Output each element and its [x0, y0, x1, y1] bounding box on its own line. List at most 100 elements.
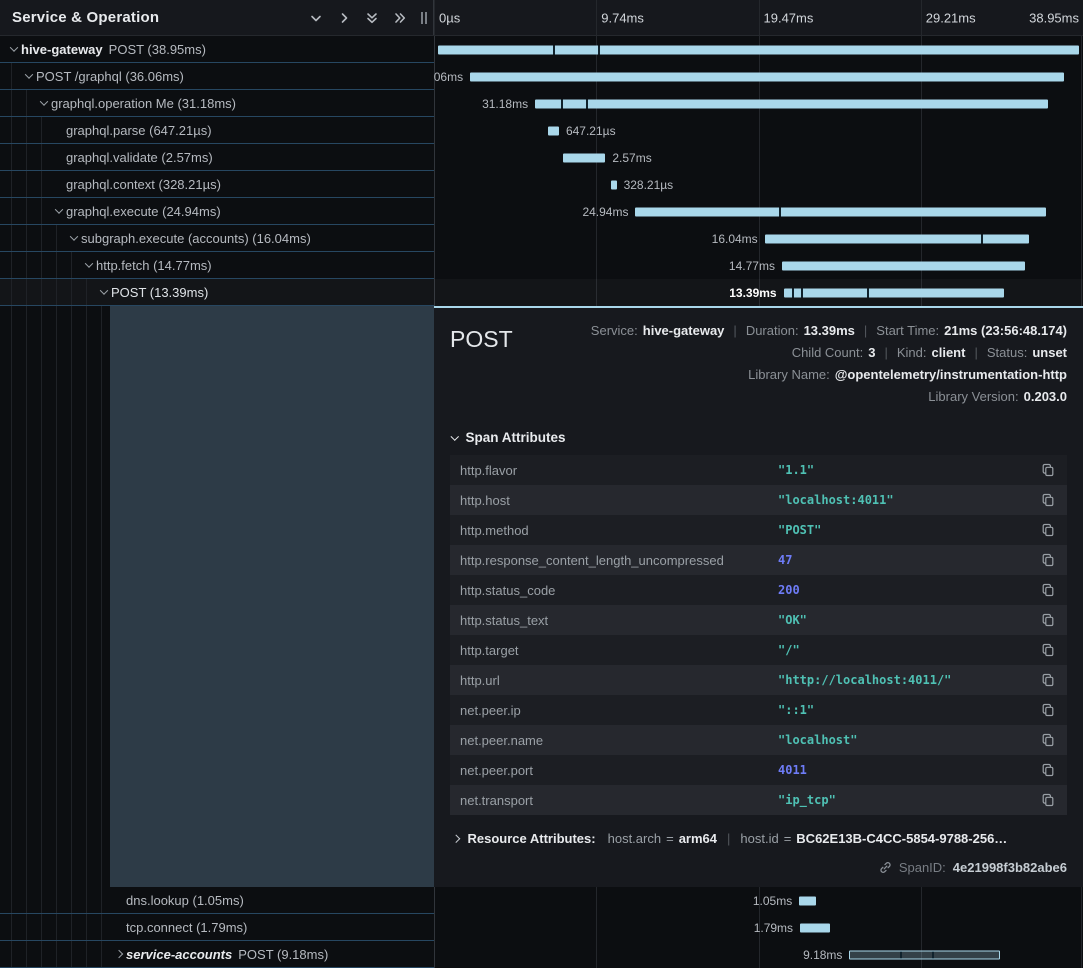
span-row[interactable]: hive-gatewayPOST (38.95ms): [0, 36, 1083, 63]
operation-name: dns.lookup (1.05ms): [126, 893, 244, 908]
panel-title: Service & Operation: [12, 9, 159, 26]
span-row[interactable]: graphql.operation Me (31.18ms)31.18ms: [0, 90, 1083, 117]
copy-icon[interactable]: [1039, 791, 1057, 809]
span-row[interactable]: service-accountsPOST (9.18ms)9.18ms: [0, 941, 1083, 968]
attribute-row: net.peer.ip"::1": [450, 695, 1067, 725]
span-attributes-header[interactable]: Span Attributes: [452, 430, 1067, 445]
span-label-cell[interactable]: POST /graphql (36.06ms): [0, 63, 434, 90]
span-bar[interactable]: [470, 72, 1063, 81]
timeline-cell: 9.18ms: [434, 941, 1083, 968]
copy-icon[interactable]: [1039, 641, 1057, 659]
span-label-cell[interactable]: graphql.execute (24.94ms): [0, 198, 434, 225]
indent-guide: [56, 941, 57, 967]
span-label-cell[interactable]: http.fetch (14.77ms): [0, 252, 434, 279]
meta-value: @opentelemetry/instrumentation-http: [835, 367, 1067, 382]
span-label-cell[interactable]: subgraph.execute (accounts) (16.04ms): [0, 225, 434, 252]
section-title: Span Attributes: [466, 430, 566, 445]
panel-resize-handle[interactable]: [421, 12, 427, 24]
double-chevron-right-icon[interactable]: [389, 7, 411, 29]
chevron-right-icon[interactable]: [333, 7, 355, 29]
chevron-down-icon[interactable]: [81, 262, 96, 268]
operation-name: POST (38.95ms): [109, 42, 206, 57]
indent-guide: [71, 914, 72, 940]
span-label-cell[interactable]: service-accountsPOST (9.18ms): [0, 941, 434, 968]
chevron-down-icon[interactable]: [305, 7, 327, 29]
indent-guide: [11, 306, 12, 887]
chevron-down-icon[interactable]: [6, 46, 21, 52]
span-row[interactable]: graphql.parse (647.21µs)647.21µs: [0, 117, 1083, 144]
timeline-cell: 31.18ms: [434, 90, 1083, 117]
operation-name: POST (13.39ms): [111, 285, 208, 300]
meta-separator: |: [864, 323, 867, 338]
double-chevron-down-icon[interactable]: [361, 7, 383, 29]
copy-icon[interactable]: [1039, 611, 1057, 629]
meta-value: hive-gateway: [643, 323, 725, 338]
meta-label: Duration:: [746, 323, 799, 338]
copy-icon[interactable]: [1039, 581, 1057, 599]
copy-icon[interactable]: [1039, 461, 1057, 479]
span-bar[interactable]: [438, 45, 1079, 54]
copy-icon[interactable]: [1039, 521, 1057, 539]
span-label-cell[interactable]: POST (13.39ms): [0, 279, 434, 306]
span-row[interactable]: graphql.validate (2.57ms)2.57ms: [0, 144, 1083, 171]
copy-icon[interactable]: [1039, 701, 1057, 719]
span-row[interactable]: POST /graphql (36.06ms)36.06ms: [0, 63, 1083, 90]
copy-icon[interactable]: [1039, 491, 1057, 509]
trace-viewer: Service & Operation 0µs9.74ms19.47ms29.2…: [0, 0, 1083, 968]
span-bar[interactable]: [765, 234, 1029, 243]
span-bar[interactable]: [563, 153, 605, 162]
attribute-row: http.target"/": [450, 635, 1067, 665]
span-row[interactable]: dns.lookup (1.05ms)1.05ms: [0, 887, 1083, 914]
indent-guide: [11, 941, 12, 967]
span-label-cell[interactable]: graphql.validate (2.57ms): [0, 144, 434, 171]
bar-tick: [779, 207, 781, 216]
span-row[interactable]: subgraph.execute (accounts) (16.04ms)16.…: [0, 225, 1083, 252]
chevron-down-icon[interactable]: [51, 208, 66, 214]
span-row[interactable]: POST (13.39ms)13.39ms: [0, 279, 1083, 306]
chevron-down-icon[interactable]: [21, 73, 36, 79]
indent-guide: [11, 171, 12, 197]
copy-icon[interactable]: [1039, 731, 1057, 749]
span-row[interactable]: graphql.execute (24.94ms)24.94ms: [0, 198, 1083, 225]
attribute-value: 47: [778, 553, 1039, 567]
meta-label: Service:: [591, 323, 638, 338]
span-label-cell[interactable]: graphql.parse (647.21µs): [0, 117, 434, 144]
span-row[interactable]: graphql.context (328.21µs)328.21µs: [0, 171, 1083, 198]
copy-icon[interactable]: [1039, 671, 1057, 689]
copy-icon[interactable]: [1039, 551, 1057, 569]
attribute-row: net.transport"ip_tcp": [450, 785, 1067, 815]
span-label-cell[interactable]: tcp.connect (1.79ms): [0, 914, 434, 941]
attribute-key: net.peer.name: [460, 733, 778, 748]
chevron-down-icon[interactable]: [66, 235, 81, 241]
resource-key: host.arch: [608, 831, 661, 846]
span-bar[interactable]: [548, 126, 559, 135]
attribute-value: "localhost": [778, 733, 1039, 747]
span-bar[interactable]: [784, 288, 1004, 297]
span-bar[interactable]: [782, 261, 1025, 270]
span-label-cell[interactable]: dns.lookup (1.05ms): [0, 887, 434, 914]
span-bar[interactable]: [800, 923, 829, 932]
meta-value: 13.39ms: [804, 323, 855, 338]
chevron-down-icon[interactable]: [96, 289, 111, 295]
span-row[interactable]: http.fetch (14.77ms)14.77ms: [0, 252, 1083, 279]
attribute-value: 4011: [778, 763, 1039, 777]
span-bar[interactable]: [635, 207, 1045, 216]
span-bar[interactable]: [849, 950, 1000, 959]
chevron-right-icon[interactable]: [111, 951, 126, 957]
span-row[interactable]: tcp.connect (1.79ms)1.79ms: [0, 914, 1083, 941]
span-label-cell[interactable]: hive-gatewayPOST (38.95ms): [0, 36, 434, 63]
span-bar[interactable]: [611, 180, 617, 189]
indent-guide: [26, 887, 27, 913]
resource-attributes-items: host.arch=arm64|host.id=BC62E13B-C4CC-58…: [608, 831, 1008, 846]
attribute-value: "POST": [778, 523, 1039, 537]
meta-label: Library Version:: [928, 389, 1018, 404]
attribute-value: "OK": [778, 613, 1039, 627]
span-label-cell[interactable]: graphql.operation Me (31.18ms): [0, 90, 434, 117]
copy-icon[interactable]: [1039, 761, 1057, 779]
chevron-down-icon[interactable]: [36, 100, 51, 106]
span-label-cell[interactable]: graphql.context (328.21µs): [0, 171, 434, 198]
span-bar[interactable]: [799, 896, 816, 905]
span-id-value: 4e21998f3b82abe6: [953, 860, 1067, 875]
span-bar[interactable]: [535, 99, 1048, 108]
resource-attributes-header[interactable]: Resource Attributes: host.arch=arm64|hos…: [450, 831, 1067, 846]
